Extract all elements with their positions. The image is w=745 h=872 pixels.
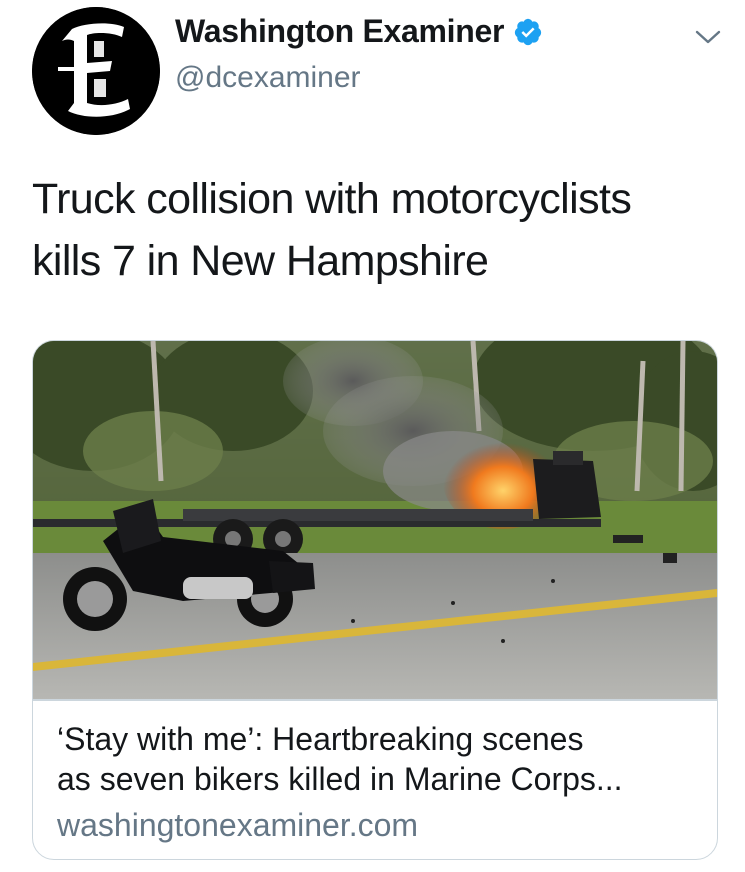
verified-badge-icon [513, 17, 543, 47]
author-name-row[interactable]: Washington Examiner [175, 13, 543, 50]
card-divider [33, 699, 717, 701]
link-card[interactable]: ‘Stay with me’: Heartbreaking scenes as … [32, 340, 718, 860]
card-title-line-2: as seven bikers killed in Marine Corps..… [57, 761, 623, 797]
card-domain[interactable]: washingtonexaminer.com [57, 805, 418, 845]
display-name[interactable]: Washington Examiner [175, 13, 504, 50]
avatar[interactable] [32, 7, 160, 135]
tweet: Washington Examiner @dcexaminer Truck co… [0, 0, 745, 872]
author-handle[interactable]: @dcexaminer [175, 61, 361, 95]
chevron-down-icon[interactable] [694, 26, 722, 48]
crash-scene-photo-icon [33, 341, 717, 699]
tweet-text-line-1: Truck collision with motorcyclists [32, 175, 632, 223]
card-image[interactable] [33, 341, 717, 699]
tweet-text-line-2: kills 7 in New Hampshire [32, 237, 489, 285]
card-title-line-1: ‘Stay with me’: Heartbreaking scenes [57, 721, 584, 757]
tweet-text: Truck collision with motorcyclists kills… [32, 168, 722, 292]
washington-examiner-logo-icon [32, 7, 160, 135]
card-title[interactable]: ‘Stay with me’: Heartbreaking scenes as … [57, 719, 697, 799]
